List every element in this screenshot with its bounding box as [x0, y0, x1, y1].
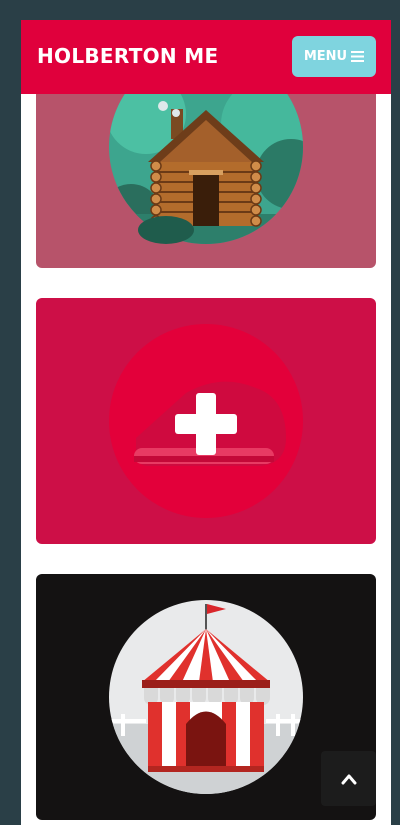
portfolio-card-add[interactable] — [36, 298, 376, 544]
page-container: HOLBERTON ME MENU — [21, 20, 391, 825]
chevron-up-icon — [341, 774, 356, 784]
hamburger-icon — [351, 51, 365, 62]
top-navbar: HOLBERTON ME MENU — [21, 20, 391, 94]
brand-logo-text[interactable]: HOLBERTON ME — [37, 44, 218, 68]
menu-button-label: MENU — [303, 49, 348, 64]
menu-button[interactable]: MENU — [292, 36, 376, 77]
back-to-top-button[interactable] — [321, 751, 376, 806]
add-plus-icon — [109, 324, 303, 518]
